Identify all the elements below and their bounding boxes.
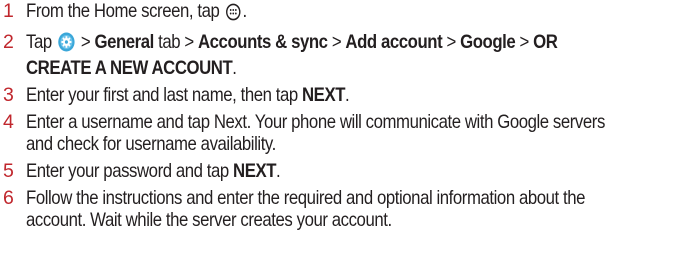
step-6: 6 Follow the instructions and enter the … xyxy=(0,187,679,231)
next-label: NEXT xyxy=(302,84,346,106)
step-text: Enter your password and tap NEXT. xyxy=(26,160,281,182)
general-label: General xyxy=(94,31,154,53)
step-text: From the Home screen, tap . xyxy=(26,0,247,26)
step-4: 4 Enter a username and tap Next. Your ph… xyxy=(0,111,679,155)
step-text: Tap > General tab > Accounts & sync > Ad… xyxy=(26,31,558,57)
step-number: 2 xyxy=(3,31,14,53)
step-number: 3 xyxy=(3,84,14,106)
step-number: 4 xyxy=(3,111,14,133)
add-account-label: Add account xyxy=(345,31,443,53)
step-text: Follow the instructions and enter the re… xyxy=(26,187,586,209)
step-3: 3 Enter your first and last name, then t… xyxy=(0,84,679,106)
step-1: 1 From the Home screen, tap . xyxy=(0,0,679,26)
apps-icon xyxy=(225,3,241,26)
google-label: Google xyxy=(460,31,516,53)
step-5: 5 Enter your password and tap NEXT. xyxy=(0,160,679,182)
step-2: 2 Tap > General tab > Accounts & sync > … xyxy=(0,31,679,79)
step-text: Enter your first and last name, then tap… xyxy=(26,84,350,106)
instruction-steps: 1 From the Home screen, tap . 2 Tap > Ge… xyxy=(0,0,679,231)
step-text-continued: CREATE A NEW ACCOUNT. xyxy=(26,57,237,79)
step-number: 1 xyxy=(3,0,14,22)
next-label: NEXT xyxy=(233,160,277,182)
create-account-label: CREATE A NEW ACCOUNT xyxy=(26,57,233,79)
settings-icon xyxy=(58,32,75,57)
step-text: Enter a username and tap Next. Your phon… xyxy=(26,111,605,133)
or-label: OR xyxy=(533,31,558,53)
accounts-sync-label: Accounts & sync xyxy=(197,31,328,53)
step-number: 6 xyxy=(3,187,14,209)
step-text-continued: account. Wait while the server creates y… xyxy=(26,209,392,231)
step-text-continued: and check for username availability. xyxy=(26,133,276,155)
step-number: 5 xyxy=(3,160,14,182)
